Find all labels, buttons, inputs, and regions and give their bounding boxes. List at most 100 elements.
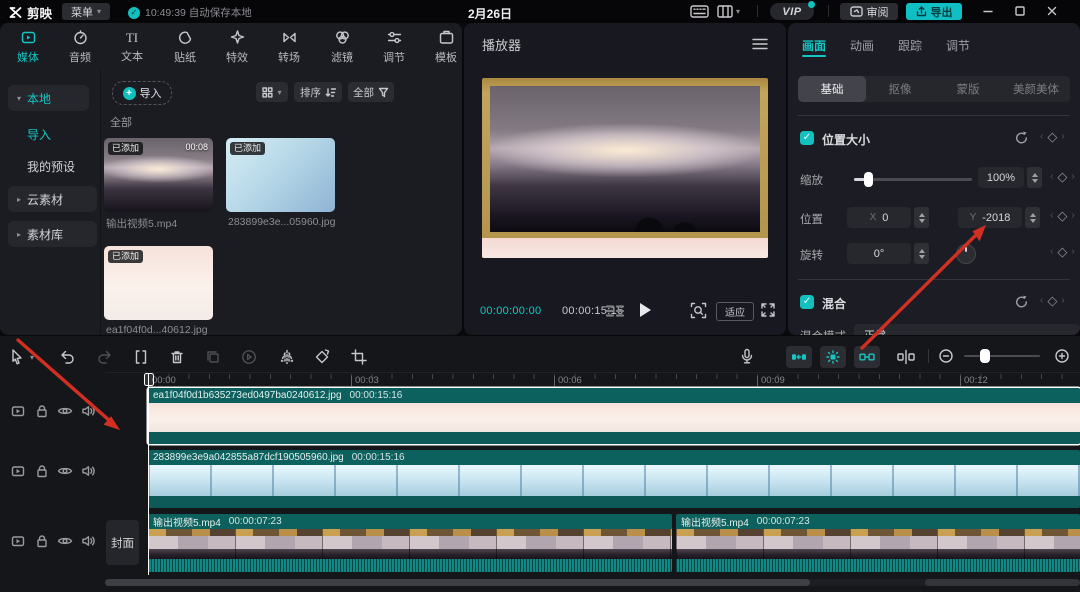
keyframe-diamond-icon[interactable]: ◇ (1057, 170, 1067, 183)
sort-button[interactable]: 排序 (294, 82, 342, 102)
redo-icon[interactable] (96, 348, 114, 366)
ribbon-tab-text[interactable]: TI 文本 (107, 27, 157, 67)
keyframe-control[interactable]: ‹ ◇ › (1040, 130, 1065, 143)
visibility-eye-icon[interactable] (57, 463, 73, 479)
tab-adjust[interactable]: 调节 (946, 37, 970, 54)
reset-icon[interactable] (1014, 130, 1029, 145)
position-y-stepper[interactable] (1025, 207, 1040, 228)
window-close-button[interactable] (1046, 5, 1058, 17)
visibility-eye-icon[interactable] (57, 533, 73, 549)
fit-button[interactable]: 适应 (716, 302, 754, 321)
scale-slider-handle[interactable] (864, 172, 873, 187)
preview-canvas[interactable] (482, 78, 768, 258)
sidebar-item-presets[interactable]: 我的预设 (27, 158, 75, 175)
keyframe-prev-icon[interactable]: ‹ (1050, 210, 1053, 221)
focus-zoom-icon[interactable] (690, 302, 707, 319)
keyframe-diamond-icon[interactable]: ◇ (1057, 209, 1067, 222)
frame-grid-icon[interactable] (604, 304, 626, 318)
blend-mode-dropdown[interactable]: 正常 (854, 324, 1080, 335)
timeline-ruler[interactable]: 00:00 00:03 00:06 00:09 00:12 (105, 372, 1080, 389)
keyframe-prev-icon[interactable]: ‹ (1040, 131, 1043, 142)
position-x-field[interactable]: X 0 (847, 207, 911, 228)
visibility-eye-icon[interactable] (57, 403, 73, 419)
ribbon-tab-effects[interactable]: 特效 (212, 27, 262, 67)
mute-speaker-icon[interactable] (80, 533, 96, 549)
position-x-stepper[interactable] (914, 207, 929, 228)
scale-value-field[interactable]: 100% (978, 167, 1024, 188)
cover-button[interactable]: 封面 (106, 520, 139, 565)
ribbon-tab-transition[interactable]: 转场 (264, 27, 314, 67)
ribbon-tab-audio[interactable]: 音频 (55, 27, 105, 67)
rotate-icon[interactable] (313, 348, 331, 366)
media-item-image[interactable]: 已添加 (104, 246, 213, 320)
review-button[interactable]: 审阅 (840, 3, 898, 20)
keyframe-prev-icon[interactable]: ‹ (1050, 246, 1053, 257)
snap-to-start-toggle[interactable] (786, 346, 812, 368)
rotate-dial[interactable] (956, 244, 976, 264)
window-maximize-button[interactable] (1014, 5, 1026, 17)
ribbon-tab-media[interactable]: 媒体 (3, 27, 53, 67)
sidebar-item-cloud[interactable]: ▸ 云素材 (8, 186, 97, 212)
keyframe-next-icon[interactable]: › (1071, 210, 1074, 221)
timeline-clip-video-1[interactable]: 输出视频5.mp4 00:00:07:23 (148, 514, 672, 572)
scale-stepper[interactable] (1027, 167, 1042, 188)
mute-speaker-icon[interactable] (80, 403, 96, 419)
delete-icon[interactable] (168, 348, 186, 366)
shortcut-keyboard-icon[interactable] (690, 5, 709, 18)
timeline-clip-video-2[interactable]: 输出视频5.mp4 00:00:07:23 (676, 514, 1080, 572)
export-button[interactable]: 导出 (906, 3, 962, 20)
sidebar-item-import[interactable]: 导入 (27, 126, 51, 143)
keyframe-control[interactable]: ‹ ◇ › (1040, 294, 1065, 307)
layout-switch-button[interactable]: ▾ (717, 5, 740, 18)
rotate-value-field[interactable]: 0° (847, 243, 911, 264)
undo-icon[interactable] (58, 348, 76, 366)
tab-canvas[interactable]: 画面 (802, 37, 826, 54)
timeline-zoom-slider-handle[interactable] (980, 349, 990, 363)
ribbon-tab-filter[interactable]: 滤镜 (317, 27, 367, 67)
keyframe-next-icon[interactable]: › (1061, 295, 1064, 306)
linkage-toggle[interactable] (854, 346, 880, 368)
lock-icon[interactable] (34, 533, 50, 549)
blend-checkbox[interactable]: ✓ (800, 295, 814, 309)
ribbon-tab-adjust[interactable]: 调节 (369, 27, 419, 67)
keyframe-prev-icon[interactable]: ‹ (1050, 171, 1053, 182)
timeline-scrollbar-thumb[interactable] (105, 579, 810, 586)
tab-tracking[interactable]: 跟踪 (898, 37, 922, 54)
auto-snap-toggle[interactable] (820, 346, 846, 368)
lock-icon[interactable] (34, 403, 50, 419)
keyframe-next-icon[interactable]: › (1061, 131, 1064, 142)
menu-button[interactable]: 菜单 ▾ (62, 3, 110, 20)
filter-button[interactable]: 全部 (348, 82, 394, 102)
lock-icon[interactable] (34, 463, 50, 479)
record-voiceover-icon[interactable] (738, 347, 756, 365)
keyframe-next-icon[interactable]: › (1071, 171, 1074, 182)
timeline-zoom-slider-track[interactable] (964, 355, 1040, 357)
sidebar-item-assets[interactable]: ▸ 素材库 (8, 221, 97, 247)
keyframe-next-icon[interactable]: › (1071, 246, 1074, 257)
subtab-cutout[interactable]: 抠像 (866, 76, 934, 102)
playhead-line[interactable] (148, 373, 149, 575)
playhead-handle[interactable] (144, 373, 154, 386)
window-minimize-button[interactable] (982, 5, 994, 17)
keyframe-diamond-icon[interactable]: ◇ (1047, 130, 1057, 143)
ribbon-tab-sticker[interactable]: 贴纸 (160, 27, 210, 67)
play-button[interactable] (638, 302, 652, 318)
keyframe-prev-icon[interactable]: ‹ (1040, 295, 1043, 306)
subtab-mask[interactable]: 蒙版 (934, 76, 1002, 102)
select-tool-button[interactable]: ▾ (8, 348, 34, 366)
keyframe-control[interactable]: ‹ ◇ › (1050, 209, 1075, 222)
media-item-video[interactable]: 已添加 00:08 (104, 138, 213, 212)
import-media-button[interactable]: + 导入 (112, 81, 172, 105)
timeline-clip-image-2[interactable]: 283899e3e9a042855a87dcf190505960.jpg 00:… (148, 450, 1080, 508)
subtab-basic[interactable]: 基础 (798, 76, 866, 102)
zoom-in-icon[interactable] (1054, 348, 1070, 364)
mute-speaker-icon[interactable] (80, 463, 96, 479)
playback-circle-icon[interactable] (240, 348, 258, 366)
keyframe-diamond-icon[interactable]: ◇ (1057, 245, 1067, 258)
media-item-image[interactable]: 已添加 (226, 138, 335, 212)
keyframe-control[interactable]: ‹ ◇ › (1050, 245, 1075, 258)
zoom-out-icon[interactable] (938, 348, 954, 364)
fullscreen-icon[interactable] (760, 302, 776, 318)
copy-icon[interactable] (204, 348, 222, 366)
split-icon[interactable] (132, 348, 150, 366)
